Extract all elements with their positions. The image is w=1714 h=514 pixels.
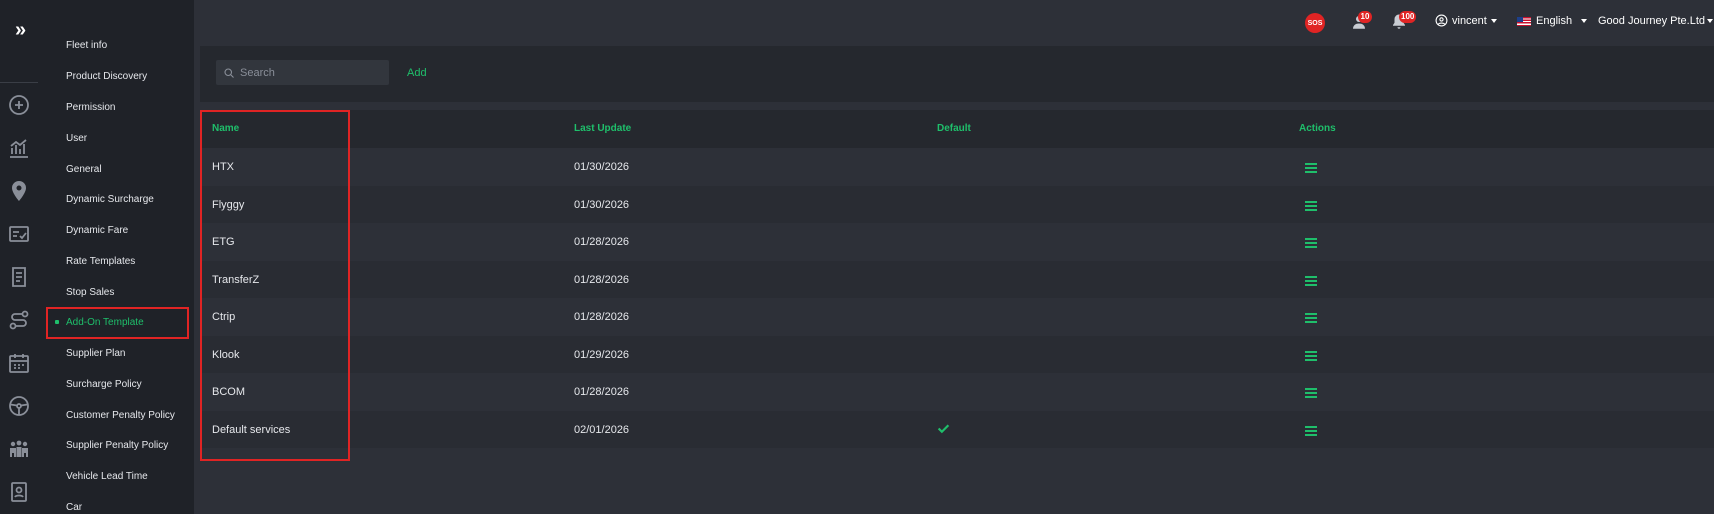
actions-menu-icon[interactable]: [1305, 386, 1317, 398]
active-item-highlight: [46, 307, 189, 339]
settings-submenu: Fleet info Product Discovery Permission …: [38, 0, 194, 514]
chevron-down-icon: [1490, 19, 1497, 24]
team-icon[interactable]: [7, 437, 31, 461]
add-on-template-table: Name Last Update Default Actions HTX 01/3…: [200, 110, 1714, 448]
cell-last-update: 01/29/2026: [574, 348, 630, 361]
document-icon[interactable]: [7, 265, 31, 289]
table-row[interactable]: ETG 01/28/2026: [200, 223, 1714, 261]
notification-badge: 100: [1399, 11, 1417, 23]
user-name: vincent: [1452, 15, 1487, 27]
language-selector[interactable]: English: [1536, 15, 1588, 27]
actions-menu-icon[interactable]: [1305, 349, 1317, 361]
cell-last-update: 02/01/2026: [574, 423, 630, 436]
submenu-item-user[interactable]: User: [66, 133, 87, 144]
chevron-down-icon: [1581, 19, 1588, 24]
submenu-item-vehicle-lead-time[interactable]: Vehicle Lead Time: [66, 471, 148, 482]
cell-last-update: 01/28/2026: [574, 236, 630, 248]
cell-name: BCOM: [212, 386, 245, 398]
default-check-icon: [937, 422, 950, 435]
cell-name: ETG: [212, 236, 235, 248]
submenu-item-dynamic-surcharge[interactable]: Dynamic Surcharge: [66, 194, 154, 205]
cell-name: TransferZ: [212, 273, 260, 286]
plus-circle-icon[interactable]: [7, 93, 31, 117]
actions-menu-icon[interactable]: [1305, 236, 1317, 248]
actions-menu-icon[interactable]: [1305, 161, 1317, 173]
submenu-item-surcharge-policy[interactable]: Surcharge Policy: [66, 379, 142, 390]
submenu-item-car[interactable]: Car: [66, 502, 82, 513]
cell-last-update: 01/28/2026: [574, 386, 630, 398]
column-header-actions: Actions: [1299, 123, 1336, 134]
checklist-icon[interactable]: [7, 222, 31, 246]
table-row[interactable]: Klook 01/29/2026: [200, 335, 1714, 373]
submenu-item-supplier-penalty-policy[interactable]: Supplier Penalty Policy: [66, 440, 168, 451]
steering-wheel-icon[interactable]: [7, 394, 31, 418]
table-row[interactable]: Ctrip 01/28/2026: [200, 298, 1714, 336]
company-name: Good Journey Pte.Ltd: [1598, 15, 1706, 27]
search-icon: [223, 66, 235, 78]
driver-alert-badge: 10: [1358, 11, 1372, 23]
submenu-item-general[interactable]: General: [66, 164, 102, 175]
cell-last-update: 01/28/2026: [574, 311, 630, 323]
add-button[interactable]: Add: [407, 67, 427, 79]
submenu-item-dynamic-fare[interactable]: Dynamic Fare: [66, 225, 128, 236]
submenu-item-product-discovery[interactable]: Product Discovery: [66, 71, 147, 82]
rail-divider: [0, 82, 38, 83]
table-header: Name Last Update Default Actions: [200, 110, 1714, 148]
sos-button[interactable]: SOS: [1305, 13, 1325, 33]
language-label: English: [1536, 15, 1573, 27]
contact-icon[interactable]: [7, 480, 31, 504]
column-header-last-update[interactable]: Last Update: [574, 123, 631, 134]
submenu-item-rate-templates[interactable]: Rate Templates: [66, 256, 135, 267]
list-toolbar: Add: [200, 46, 1714, 102]
actions-menu-icon[interactable]: [1305, 199, 1317, 211]
cell-last-update: 01/30/2026: [574, 198, 630, 211]
calendar-icon[interactable]: [7, 351, 31, 375]
icon-rail: »: [0, 0, 38, 514]
submenu-item-permission[interactable]: Permission: [66, 102, 115, 113]
cell-last-update: 01/30/2026: [574, 161, 630, 173]
cell-name: Ctrip: [212, 311, 236, 323]
cell-name: Klook: [212, 348, 240, 361]
active-item-dot: [55, 320, 59, 324]
table-row[interactable]: HTX 01/30/2026: [200, 148, 1714, 186]
double-chevron-right-icon[interactable]: »: [8, 18, 30, 42]
submenu-item-stop-sales[interactable]: Stop Sales: [66, 287, 114, 298]
user-circle-icon: [1435, 14, 1448, 27]
table-row[interactable]: TransferZ 01/28/2026: [200, 260, 1714, 298]
table-row[interactable]: Default services 02/01/2026: [200, 410, 1714, 448]
table-row[interactable]: Flyggy 01/30/2026: [200, 185, 1714, 223]
cell-name: Default services: [212, 423, 291, 436]
user-menu[interactable]: vincent: [1452, 15, 1497, 27]
cell-last-update: 01/28/2026: [574, 273, 630, 286]
cell-name: Flyggy: [212, 198, 245, 211]
chart-icon[interactable]: [7, 136, 31, 160]
map-pin-icon[interactable]: [7, 179, 31, 203]
table-row[interactable]: BCOM 01/28/2026: [200, 373, 1714, 411]
table-body: HTX 01/30/2026 Flyggy 01/30/2026 ETG 01/28/20…: [200, 148, 1714, 448]
us-flag-icon: [1517, 17, 1531, 26]
submenu-item-customer-penalty-policy[interactable]: Customer Penalty Policy: [66, 410, 175, 421]
actions-menu-icon[interactable]: [1305, 274, 1317, 286]
company-selector[interactable]: Good Journey Pte.Ltd: [1598, 15, 1714, 27]
search-input[interactable]: [216, 60, 389, 85]
submenu-item-fleet-info[interactable]: Fleet info: [66, 40, 107, 51]
submenu-item-supplier-plan[interactable]: Supplier Plan: [66, 348, 125, 359]
chevron-down-icon: [1707, 19, 1714, 24]
cell-name: HTX: [212, 161, 234, 173]
route-icon[interactable]: [7, 308, 31, 332]
actions-menu-icon[interactable]: [1305, 424, 1317, 436]
actions-menu-icon[interactable]: [1305, 311, 1317, 323]
column-header-default[interactable]: Default: [937, 123, 971, 134]
column-header-name[interactable]: Name: [212, 123, 239, 134]
